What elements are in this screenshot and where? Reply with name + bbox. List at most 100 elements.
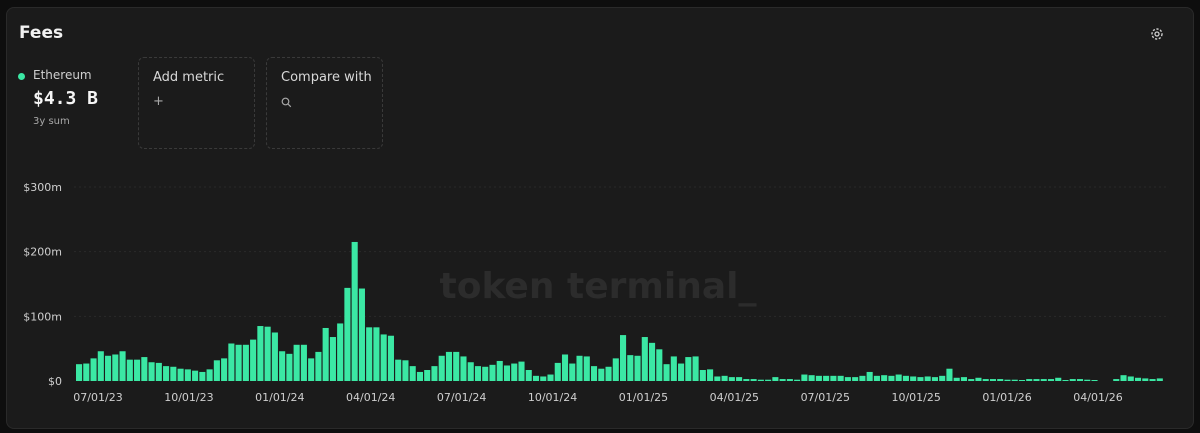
bar[interactable]: [351, 241, 358, 381]
bar[interactable]: [83, 363, 90, 381]
bar[interactable]: [344, 287, 351, 381]
bar[interactable]: [1004, 379, 1011, 381]
bar[interactable]: [678, 363, 685, 381]
bar[interactable]: [431, 366, 438, 381]
bar[interactable]: [438, 355, 445, 381]
bar[interactable]: [1069, 379, 1076, 381]
bar[interactable]: [852, 377, 859, 381]
bar[interactable]: [511, 363, 518, 381]
bar[interactable]: [627, 355, 634, 381]
bar[interactable]: [322, 327, 329, 381]
bar[interactable]: [721, 375, 728, 381]
bar[interactable]: [583, 356, 590, 381]
bar[interactable]: [489, 364, 496, 381]
bar[interactable]: [685, 357, 692, 381]
bar[interactable]: [518, 361, 525, 381]
bar[interactable]: [532, 375, 540, 381]
bar[interactable]: [815, 375, 822, 381]
bar[interactable]: [707, 369, 714, 381]
bar[interactable]: [1047, 379, 1055, 381]
bar[interactable]: [1134, 377, 1142, 381]
bar[interactable]: [170, 366, 177, 381]
bar[interactable]: [416, 371, 423, 381]
bar[interactable]: [474, 366, 482, 381]
bar[interactable]: [902, 375, 909, 381]
bar[interactable]: [939, 375, 946, 381]
bar[interactable]: [76, 364, 83, 381]
bar[interactable]: [271, 332, 278, 382]
bar[interactable]: [924, 376, 931, 381]
bar[interactable]: [192, 370, 199, 381]
bar[interactable]: [946, 368, 953, 381]
bar[interactable]: [873, 375, 880, 381]
bar[interactable]: [917, 377, 924, 381]
bar[interactable]: [743, 379, 750, 381]
bar[interactable]: [649, 342, 656, 381]
bar[interactable]: [387, 335, 394, 381]
bar[interactable]: [213, 360, 220, 381]
bar[interactable]: [699, 370, 706, 381]
bar[interactable]: [177, 368, 184, 381]
bar[interactable]: [97, 351, 104, 381]
bar[interactable]: [402, 360, 409, 381]
bar[interactable]: [837, 375, 844, 381]
bar[interactable]: [714, 376, 721, 381]
bar[interactable]: [300, 344, 307, 381]
bar[interactable]: [989, 379, 997, 381]
bar[interactable]: [460, 356, 467, 381]
bar[interactable]: [453, 351, 460, 381]
bar[interactable]: [801, 374, 808, 381]
bar[interactable]: [148, 362, 155, 381]
bar[interactable]: [663, 364, 670, 381]
bar[interactable]: [279, 351, 286, 381]
bar[interactable]: [808, 375, 815, 381]
bar[interactable]: [286, 353, 293, 381]
bar[interactable]: [163, 366, 170, 381]
bar[interactable]: [1113, 379, 1120, 381]
bar[interactable]: [1120, 375, 1127, 381]
bar[interactable]: [496, 360, 503, 381]
bar[interactable]: [1018, 380, 1026, 381]
bar[interactable]: [612, 358, 619, 381]
bar[interactable]: [997, 379, 1004, 381]
bar[interactable]: [1040, 379, 1047, 381]
bar[interactable]: [895, 374, 902, 381]
bar[interactable]: [830, 375, 837, 381]
bar[interactable]: [395, 359, 402, 381]
bar[interactable]: [141, 357, 148, 381]
bar[interactable]: [1062, 380, 1069, 381]
bar[interactable]: [1076, 379, 1084, 381]
bar[interactable]: [982, 379, 989, 381]
bar[interactable]: [503, 365, 511, 381]
bar[interactable]: [641, 337, 648, 381]
bar[interactable]: [409, 366, 416, 381]
bar[interactable]: [525, 370, 532, 381]
bar[interactable]: [656, 349, 663, 381]
bar[interactable]: [910, 376, 917, 381]
bar[interactable]: [866, 371, 873, 381]
bar[interactable]: [765, 379, 772, 381]
bar[interactable]: [1033, 379, 1040, 381]
bar[interactable]: [779, 379, 786, 381]
bar[interactable]: [1026, 379, 1033, 381]
bar[interactable]: [620, 335, 627, 381]
bar[interactable]: [786, 379, 793, 381]
bar[interactable]: [155, 362, 162, 381]
bar[interactable]: [547, 374, 554, 381]
bar[interactable]: [221, 358, 228, 381]
bar[interactable]: [968, 379, 975, 381]
bar[interactable]: [90, 358, 97, 381]
bar[interactable]: [692, 356, 699, 381]
bar[interactable]: [590, 366, 598, 381]
bar[interactable]: [337, 323, 344, 381]
bar[interactable]: [445, 351, 453, 381]
bar[interactable]: [358, 288, 365, 381]
bar[interactable]: [1156, 378, 1163, 381]
bar[interactable]: [1142, 378, 1149, 381]
bar[interactable]: [569, 363, 576, 381]
bar[interactable]: [105, 355, 112, 381]
bar[interactable]: [308, 358, 315, 381]
bar[interactable]: [257, 326, 264, 381]
bar[interactable]: [467, 362, 474, 381]
bar[interactable]: [750, 379, 757, 381]
